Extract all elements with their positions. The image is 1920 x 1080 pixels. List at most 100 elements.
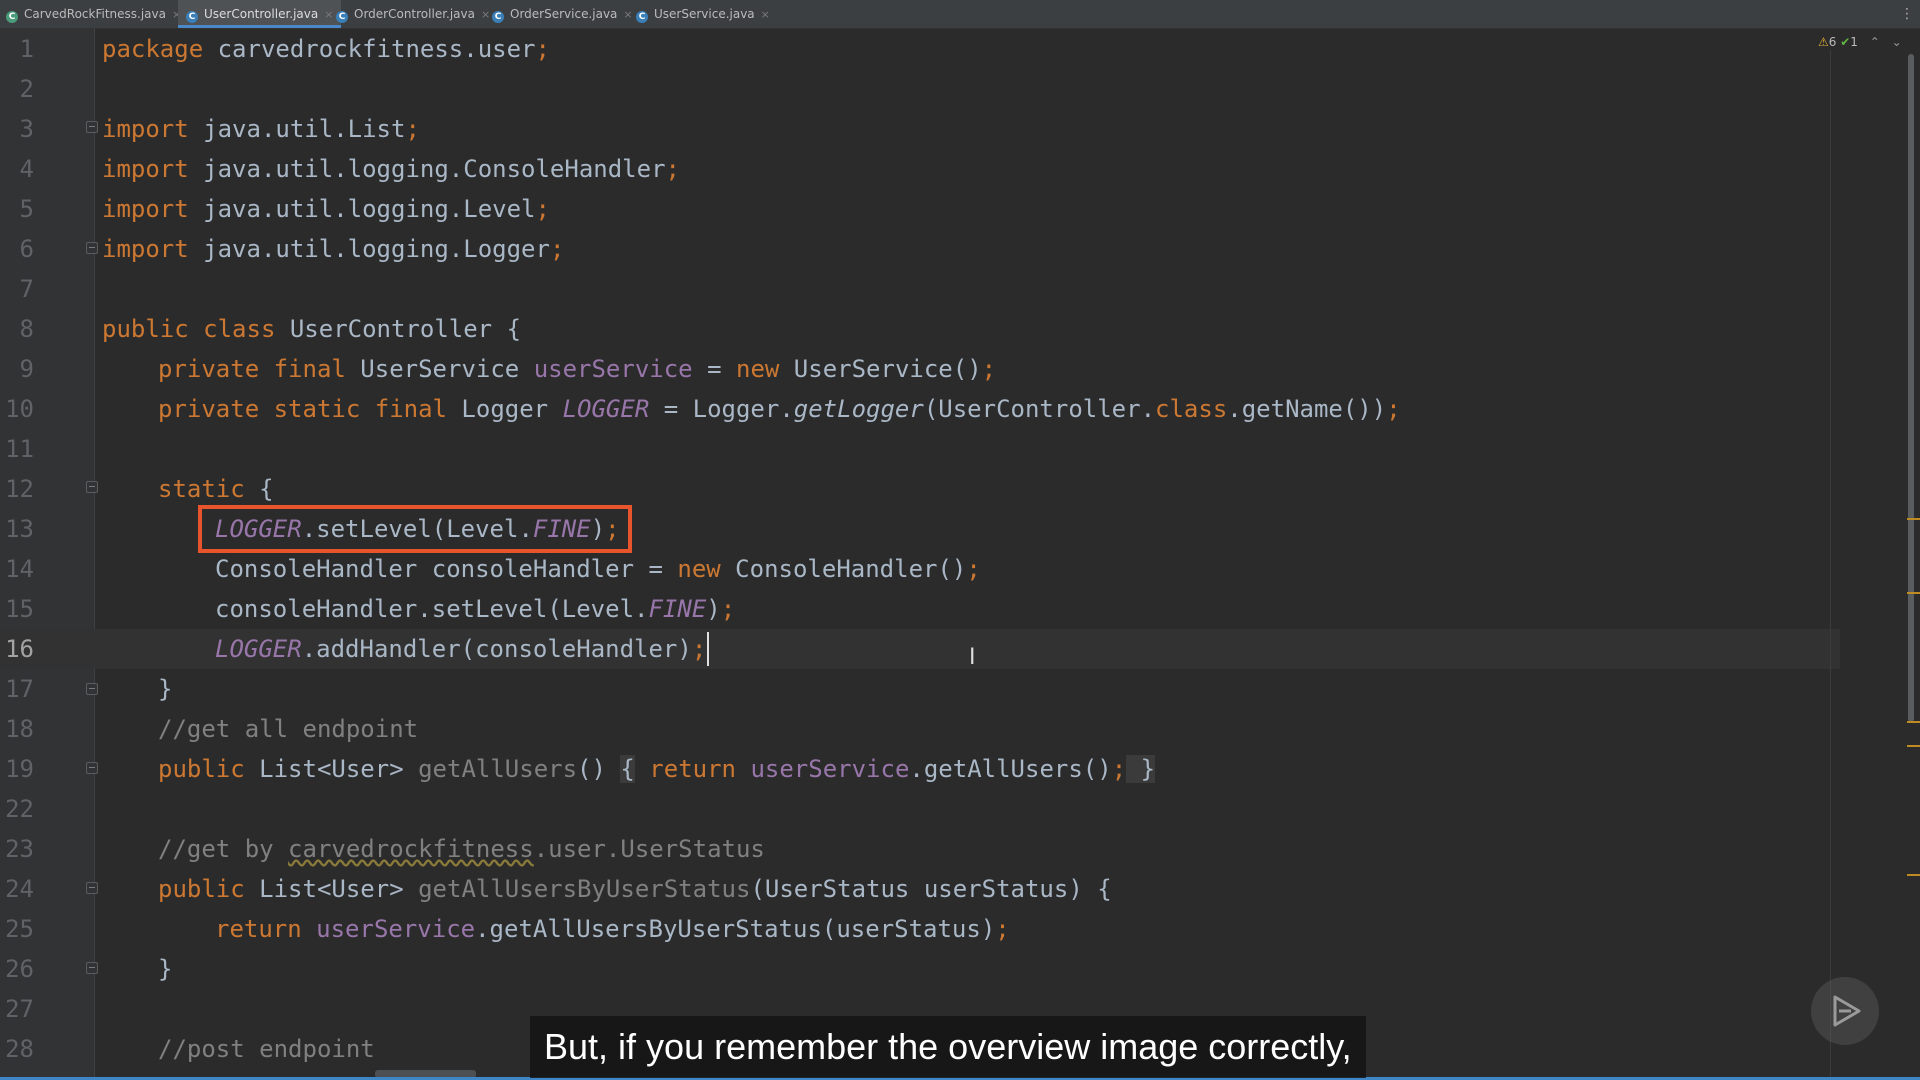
ok-count: 1 bbox=[1850, 35, 1858, 49]
tab-label: CarvedRockFitness.java bbox=[24, 7, 166, 21]
code-text: import java.util.logging.Logger; bbox=[102, 235, 565, 263]
code-line[interactable]: 23 //get by carvedrockfitness.user.UserS… bbox=[0, 829, 1840, 869]
play-icon bbox=[1833, 995, 1861, 1027]
error-stripe-marker[interactable] bbox=[1907, 518, 1920, 520]
line-number: 23 bbox=[5, 835, 34, 863]
line-number: 7 bbox=[19, 275, 34, 303]
error-stripe-marker[interactable] bbox=[1907, 721, 1920, 723]
error-stripe-marker[interactable] bbox=[1907, 874, 1920, 876]
line-number: 22 bbox=[5, 795, 34, 823]
code-line[interactable]: 2 bbox=[0, 69, 1840, 109]
tab-orderservice[interactable]: C OrderService.java × bbox=[492, 0, 633, 28]
code-line[interactable]: 10 private static final Logger LOGGER = … bbox=[0, 389, 1840, 429]
line-number: 11 bbox=[5, 435, 34, 463]
code-line[interactable]: 6 import java.util.logging.Logger; bbox=[0, 229, 1840, 269]
java-main-class-icon: C bbox=[6, 11, 18, 23]
warning-count: 6 bbox=[1828, 35, 1837, 49]
tab-carvedrockfitness[interactable]: C CarvedRockFitness.java × bbox=[6, 0, 181, 28]
tab-label: OrderService.java bbox=[510, 7, 618, 21]
code-text: import java.util.logging.Level; bbox=[102, 195, 550, 223]
code-text: static { bbox=[158, 475, 274, 503]
line-number: 3 bbox=[19, 115, 34, 143]
error-stripe-marker[interactable] bbox=[1907, 592, 1920, 594]
java-class-icon: C bbox=[492, 11, 504, 23]
code-line[interactable]: 11 bbox=[0, 429, 1840, 469]
code-text: LOGGER.addHandler(consoleHandler); bbox=[215, 635, 707, 663]
close-icon[interactable]: × bbox=[761, 8, 770, 21]
code-line[interactable]: 9 private final UserService userService … bbox=[0, 349, 1840, 389]
line-number: 28 bbox=[5, 1035, 34, 1063]
editor-tab-bar: C CarvedRockFitness.java × C UserController… bbox=[0, 0, 1920, 29]
code-text: ConsoleHandler consoleHandler = new Cons… bbox=[215, 555, 981, 583]
line-number: 2 bbox=[19, 75, 34, 103]
tab-menu-icon[interactable]: ⋮ bbox=[1900, 0, 1914, 28]
code-line-current[interactable]: 16 LOGGER.addHandler(consoleHandler); bbox=[0, 629, 1840, 669]
close-icon[interactable]: × bbox=[324, 8, 333, 21]
line-number: 19 bbox=[5, 755, 34, 783]
line-number: 26 bbox=[5, 955, 34, 983]
tab-usercontroller[interactable]: C UserController.java × bbox=[178, 0, 342, 28]
line-number: 18 bbox=[5, 715, 34, 743]
close-icon[interactable]: × bbox=[481, 8, 490, 21]
code-text: public List<User> getAllUsers() { return… bbox=[158, 755, 1156, 783]
code-line[interactable]: 17 } bbox=[0, 669, 1840, 709]
code-text: import java.util.List; bbox=[102, 115, 420, 143]
line-number: 10 bbox=[5, 395, 34, 423]
code-line[interactable]: 4 import java.util.logging.ConsoleHandle… bbox=[0, 149, 1840, 189]
play-button[interactable] bbox=[1811, 977, 1879, 1045]
code-line[interactable]: 19 public List<User> getAllUsers() { ret… bbox=[0, 749, 1840, 789]
check-icon: ✔ bbox=[1840, 35, 1851, 49]
code-line[interactable]: 14 ConsoleHandler consoleHandler = new C… bbox=[0, 549, 1840, 589]
tab-ordercontroller[interactable]: C OrderController.java × bbox=[336, 0, 490, 28]
line-number: 12 bbox=[5, 475, 34, 503]
line-number: 5 bbox=[19, 195, 34, 223]
line-number: 9 bbox=[19, 355, 34, 383]
chevron-down-icon[interactable]: ⌄ bbox=[1892, 35, 1902, 49]
java-class-icon: C bbox=[186, 11, 198, 23]
code-line[interactable]: 1 package carvedrockfitness.user; bbox=[0, 29, 1840, 69]
video-subtitle: But, if you remember the overview image … bbox=[530, 1016, 1366, 1078]
code-text: return userService.getAllUsersByUserStat… bbox=[215, 915, 1010, 943]
code-text: } bbox=[158, 675, 173, 703]
scrollbar-thumb[interactable] bbox=[1908, 54, 1914, 722]
code-text: } bbox=[158, 955, 173, 983]
line-number: 1 bbox=[19, 35, 34, 63]
line-number: 8 bbox=[19, 315, 34, 343]
code-text: package carvedrockfitness.user; bbox=[102, 35, 550, 63]
tab-label: UserService.java bbox=[654, 7, 755, 21]
chevron-up-icon[interactable]: ⌃ bbox=[1870, 35, 1880, 49]
line-number: 25 bbox=[5, 915, 34, 943]
code-line[interactable]: 7 bbox=[0, 269, 1840, 309]
warning-icon: ⚠ bbox=[1818, 35, 1829, 49]
ibeam-cursor-icon: I bbox=[969, 645, 976, 670]
code-text: import java.util.logging.ConsoleHandler; bbox=[102, 155, 680, 183]
tab-label: UserController.java bbox=[204, 7, 319, 21]
java-class-icon: C bbox=[636, 11, 648, 23]
code-line[interactable]: 12 static { bbox=[0, 469, 1840, 509]
code-line[interactable]: 22 bbox=[0, 789, 1840, 829]
line-number: 14 bbox=[5, 555, 34, 583]
line-number: 16 bbox=[5, 635, 34, 663]
code-text: //get all endpoint bbox=[158, 715, 419, 743]
code-text: public List<User> getAllUsersByUserStatu… bbox=[158, 875, 1112, 903]
line-number: 17 bbox=[5, 675, 34, 703]
code-line[interactable]: 3 import java.util.List; bbox=[0, 109, 1840, 149]
line-number: 24 bbox=[5, 875, 34, 903]
code-line[interactable]: 24 public List<User> getAllUsersByUserSt… bbox=[0, 869, 1840, 909]
code-line[interactable]: 15 consoleHandler.setLevel(Level.FINE); bbox=[0, 589, 1840, 629]
tab-userservice[interactable]: C UserService.java × bbox=[636, 0, 770, 28]
code-line[interactable]: 18 //get all endpoint bbox=[0, 709, 1840, 749]
code-line[interactable]: 8 public class UserController { bbox=[0, 309, 1840, 349]
error-stripe-marker[interactable] bbox=[1907, 745, 1920, 747]
code-text: //get by carvedrockfitness.user.UserStat… bbox=[158, 835, 765, 863]
code-line[interactable]: 26 } bbox=[0, 949, 1840, 989]
close-icon[interactable]: × bbox=[623, 8, 632, 21]
java-class-icon: C bbox=[336, 11, 348, 23]
inspection-widget[interactable]: ⚠6 ✔1 ⌃ ⌄ bbox=[1818, 32, 1902, 52]
code-line[interactable]: 25 return userService.getAllUsersByUserS… bbox=[0, 909, 1840, 949]
code-text: //post endpoint bbox=[158, 1035, 375, 1063]
code-line[interactable]: 5 import java.util.logging.Level; bbox=[0, 189, 1840, 229]
code-text: private final UserService userService = … bbox=[158, 355, 997, 383]
right-margin-guide bbox=[1830, 50, 1831, 1078]
line-number: 13 bbox=[5, 515, 34, 543]
